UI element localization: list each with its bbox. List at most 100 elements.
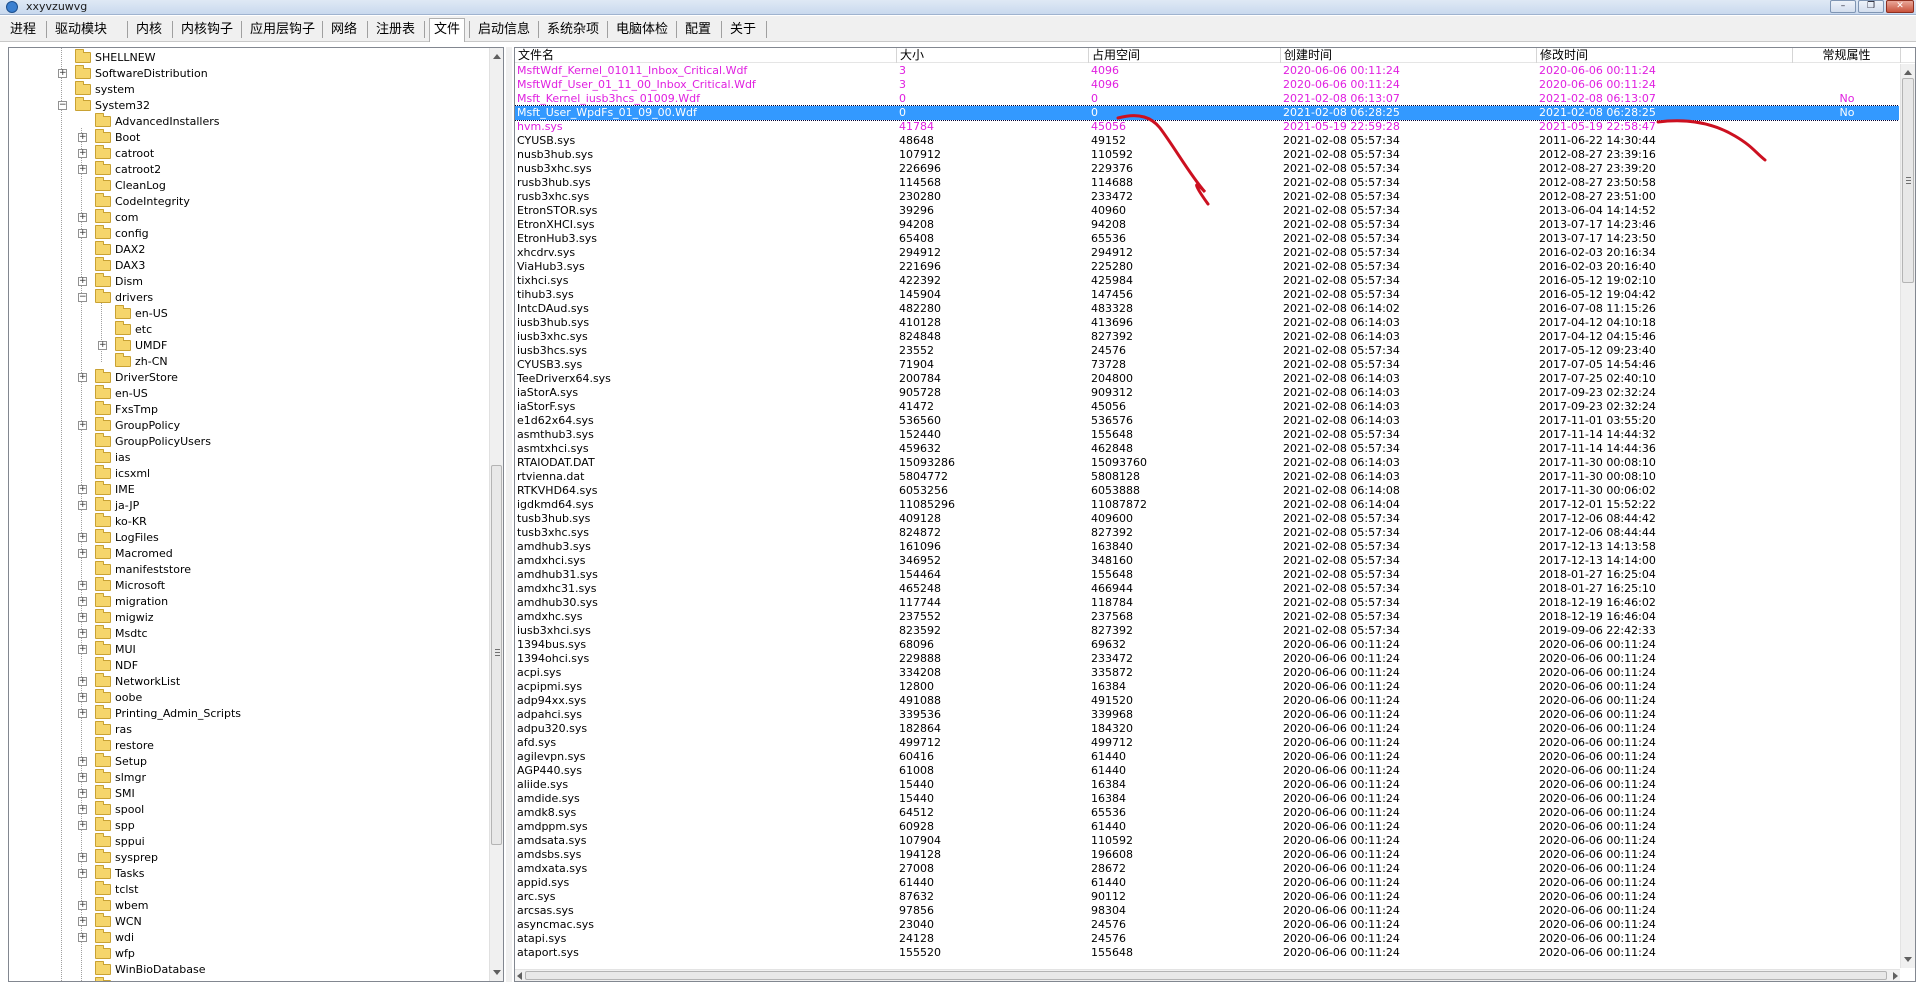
tree-item[interactable]: + spool — [9, 801, 479, 818]
file-row[interactable]: CYUSB.sys 48648 49152 2021-02-08 05:57:34 20… — [515, 134, 1899, 148]
tree-item[interactable]: +WinBioPlugIns — [9, 977, 479, 981]
tree-item[interactable]: en-US — [9, 385, 479, 402]
tree-item[interactable]: CodeIntegrity — [9, 193, 479, 210]
expand-icon[interactable]: + — [58, 69, 67, 78]
file-row[interactable]: acpipmi.sys 12800 16384 2020-06-06 00:11:24… — [515, 680, 1899, 694]
tree-item[interactable]: GroupPolicyUsers — [9, 433, 479, 450]
tree-item[interactable]: + SoftwareDistribution — [9, 65, 479, 82]
tree-item[interactable]: + wbem — [9, 897, 479, 914]
file-row[interactable]: xhcdrv.sys 294912 294912 2021-02-08 05:57:3… — [515, 246, 1899, 260]
expand-icon[interactable]: + — [78, 901, 87, 910]
scroll-up-icon[interactable] — [493, 54, 501, 59]
minimize-button[interactable]: – — [1830, 0, 1856, 13]
tree-item[interactable]: + Macromed — [9, 545, 479, 562]
tree-item[interactable]: zh-CN — [9, 353, 479, 370]
menu-item-12[interactable]: 关于 — [726, 20, 760, 40]
file-row[interactable]: amdsbs.sys 194128 196608 2020-06-06 00:11:2… — [515, 848, 1899, 862]
expand-icon[interactable]: + — [78, 853, 87, 862]
menu-item-5[interactable]: 网络 — [327, 20, 361, 40]
menu-item-3[interactable]: 内核钩子 — [177, 20, 237, 40]
tree-item[interactable]: restore — [9, 737, 479, 754]
tree-item[interactable]: + WCN — [9, 913, 479, 930]
menu-item-8[interactable]: 启动信息 — [474, 20, 534, 40]
tree-item[interactable]: tclst — [9, 881, 479, 898]
file-row[interactable]: igdkmd64.sys 11085296 11087872 2021-02-08 0… — [515, 498, 1899, 512]
tree-item[interactable]: + Tasks — [9, 865, 479, 882]
expand-icon[interactable]: + — [78, 373, 87, 382]
expand-icon[interactable]: + — [78, 597, 87, 606]
menu-item-7[interactable]: 文件 — [429, 18, 466, 42]
file-row[interactable]: tusb3xhc.sys 824872 827392 2021-02-08 05:57… — [515, 526, 1899, 540]
file-row[interactable]: RTAIODAT.DAT 15093286 15093760 2021-02-08 0… — [515, 456, 1899, 470]
file-row[interactable]: rusb3hub.sys 114568 114688 2021-02-08 05:57… — [515, 176, 1899, 190]
tree-item[interactable]: − drivers — [9, 289, 479, 306]
file-row[interactable]: amdxhc.sys 237552 237568 2021-02-08 05:57:3… — [515, 610, 1899, 624]
tree-item[interactable]: + migwiz — [9, 609, 479, 626]
menu-item-11[interactable]: 配置 — [681, 20, 715, 40]
file-row[interactable]: Msft_User_WpdFs_01_09_00.Wdf 0 0 2021-02-08… — [515, 105, 1899, 121]
column-header-3[interactable]: 创建时间 — [1281, 48, 1537, 63]
file-row[interactable]: iaStorF.sys 41472 45056 2021-02-08 06:14:03… — [515, 400, 1899, 414]
file-row[interactable]: CYUSB3.sys 71904 73728 2021-02-08 05:57:34 2… — [515, 358, 1899, 372]
tree-item[interactable]: CleanLog — [9, 177, 479, 194]
file-row[interactable]: tixhci.sys 422392 425984 2021-02-08 05:57:3… — [515, 274, 1899, 288]
tree-item[interactable]: + slmgr — [9, 769, 479, 786]
file-row[interactable]: iaStorA.sys 905728 909312 2021-02-08 06:14:… — [515, 386, 1899, 400]
menu-item-1[interactable]: 驱动模块 — [51, 20, 111, 40]
expand-icon[interactable]: + — [78, 277, 87, 286]
scroll-down-icon[interactable] — [493, 970, 501, 975]
tree-scroll-thumb[interactable] — [491, 465, 502, 845]
tree-item[interactable]: ias — [9, 449, 479, 466]
tree-item[interactable]: + Setup — [9, 753, 479, 770]
scroll-down-icon[interactable] — [1904, 957, 1912, 962]
expand-icon[interactable]: + — [78, 757, 87, 766]
tree-item[interactable]: + NetworkList — [9, 673, 479, 690]
file-row[interactable]: nusb3xhc.sys 226696 229376 2021-02-08 05:57… — [515, 162, 1899, 176]
expand-icon[interactable]: + — [98, 341, 107, 350]
file-row[interactable]: aliide.sys 15440 16384 2020-06-06 00:11:24 2… — [515, 778, 1899, 792]
file-row[interactable]: amdhub3.sys 161096 163840 2021-02-08 05:57:… — [515, 540, 1899, 554]
tree-item[interactable]: FxsTmp — [9, 401, 479, 418]
tree-item[interactable]: ko-KR — [9, 513, 479, 530]
tree-item[interactable]: etc — [9, 321, 479, 338]
expand-icon[interactable]: + — [78, 933, 87, 942]
tree-item[interactable]: DAX3 — [9, 257, 479, 274]
file-row[interactable]: appid.sys 61440 61440 2020-06-06 00:11:24 20… — [515, 876, 1899, 890]
file-row[interactable]: asyncmac.sys 23040 24576 2020-06-06 00:11:2… — [515, 918, 1899, 932]
expand-icon[interactable]: + — [78, 501, 87, 510]
tree-item[interactable]: + sysprep — [9, 849, 479, 866]
file-row[interactable]: amdppm.sys 60928 61440 2020-06-06 00:11:24 2… — [515, 820, 1899, 834]
file-row[interactable]: iusb3xhc.sys 824848 827392 2021-02-08 06:14… — [515, 330, 1899, 344]
expand-icon[interactable]: + — [78, 165, 87, 174]
tree-item[interactable]: wfp — [9, 945, 479, 962]
collapse-icon[interactable]: − — [58, 101, 67, 110]
tree-item[interactable]: − System32 — [9, 97, 479, 114]
column-header-0[interactable]: 文件名 — [515, 48, 897, 63]
file-row[interactable]: 1394bus.sys 68096 69632 2020-06-06 00:11:24… — [515, 638, 1899, 652]
expand-icon[interactable]: + — [78, 485, 87, 494]
file-row[interactable]: EtronXHCI.sys 94208 94208 2021-02-08 05:57:… — [515, 218, 1899, 232]
expand-icon[interactable]: + — [78, 533, 87, 542]
expand-icon[interactable]: + — [78, 645, 87, 654]
column-header-2[interactable]: 占用空间 — [1089, 48, 1281, 63]
tree-item[interactable]: + GroupPolicy — [9, 417, 479, 434]
file-row[interactable]: amdxhc31.sys 465248 466944 2021-02-08 05:57… — [515, 582, 1899, 596]
tree-item[interactable]: + IME — [9, 481, 479, 498]
expand-icon[interactable]: + — [78, 581, 87, 590]
collapse-icon[interactable]: − — [78, 293, 87, 302]
file-row[interactable]: amdsata.sys 107904 110592 2020-06-06 00:11:… — [515, 834, 1899, 848]
tree-item[interactable]: + UMDF — [9, 337, 479, 354]
file-row[interactable]: EtronHub3.sys 65408 65536 2021-02-08 05:57:… — [515, 232, 1899, 246]
list-hscroll-thumb[interactable] — [525, 971, 1887, 980]
scroll-up-icon[interactable] — [1904, 70, 1912, 75]
tree-item[interactable]: + oobe — [9, 689, 479, 706]
list-vertical-scrollbar[interactable] — [1900, 64, 1915, 968]
file-row[interactable]: iusb3xhci.sys 823592 827392 2021-02-08 05:5… — [515, 624, 1899, 638]
file-row[interactable]: TeeDriverx64.sys 200784 204800 2021-02-08 0… — [515, 372, 1899, 386]
expand-icon[interactable]: + — [78, 821, 87, 830]
menu-item-4[interactable]: 应用层钩子 — [246, 20, 319, 40]
expand-icon[interactable]: + — [78, 149, 87, 158]
file-row[interactable]: atapi.sys 24128 24576 2020-06-06 00:11:24 20… — [515, 932, 1899, 946]
file-row[interactable]: MsftWdf_Kernel_01011_Inbox_Critical.Wdf 3… — [515, 64, 1899, 78]
file-row[interactable]: AGP440.sys 61008 61440 2020-06-06 00:11:24 2… — [515, 764, 1899, 778]
